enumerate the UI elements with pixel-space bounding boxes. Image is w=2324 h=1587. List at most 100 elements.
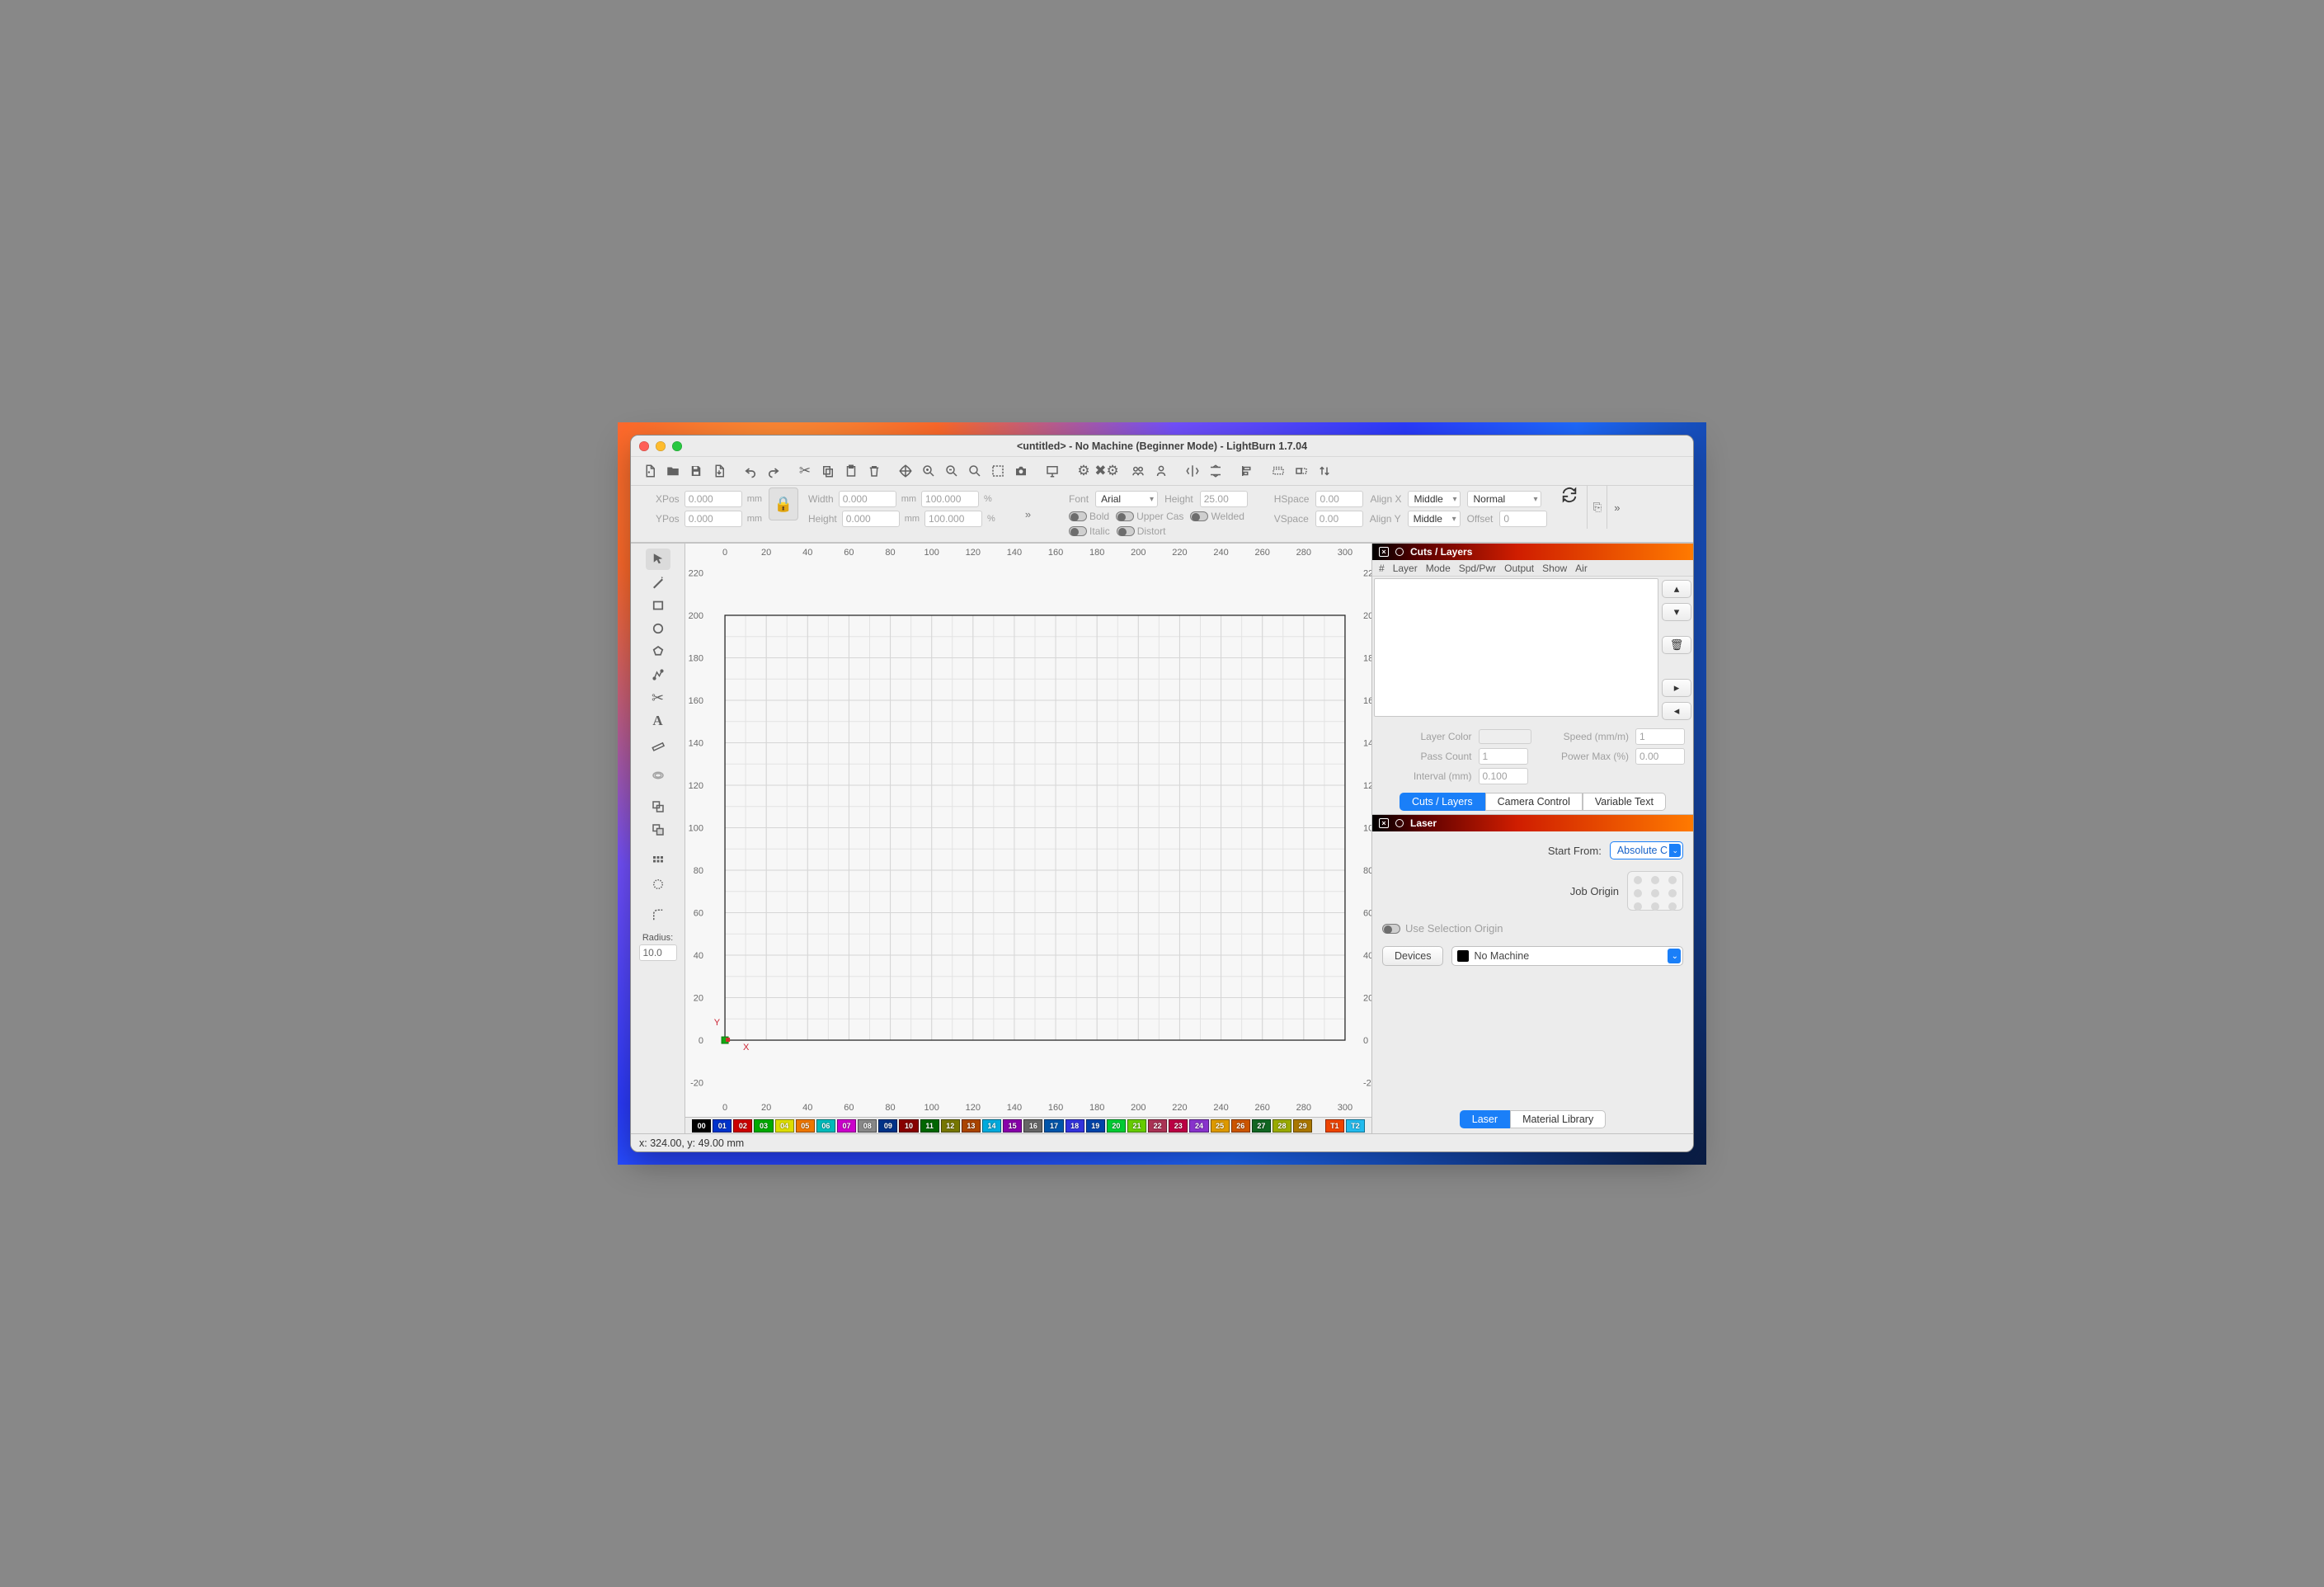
select-tool[interactable]	[646, 549, 670, 570]
layer-color-14[interactable]: 14	[982, 1119, 1001, 1133]
pass-input[interactable]: 1	[1479, 748, 1528, 765]
layer-color-20[interactable]: 20	[1107, 1119, 1126, 1133]
laser-header[interactable]: × Laser	[1372, 815, 1693, 831]
layer-color-01[interactable]: 01	[713, 1119, 732, 1133]
devices-button[interactable]: Devices	[1382, 946, 1443, 966]
cuts-list[interactable]	[1374, 578, 1658, 717]
font-select[interactable]: Arial	[1095, 491, 1158, 507]
interval-input[interactable]: 0.100	[1479, 768, 1528, 784]
tab-material-library[interactable]: Material Library	[1510, 1110, 1606, 1128]
layer-color-21[interactable]: 21	[1127, 1119, 1146, 1133]
aligny-select[interactable]: Middle	[1408, 511, 1461, 527]
layer-color-06[interactable]: 06	[816, 1119, 835, 1133]
job-origin-grid[interactable]	[1627, 871, 1683, 911]
width-pct-input[interactable]: 100.000	[921, 491, 979, 507]
layer-color-T1[interactable]: T1	[1325, 1119, 1344, 1133]
distort-toggle[interactable]: Distort	[1117, 525, 1166, 537]
undo-button[interactable]	[740, 460, 761, 482]
ellipse-tool[interactable]	[646, 618, 670, 639]
layer-color-T2[interactable]: T2	[1346, 1119, 1365, 1133]
layer-color-23[interactable]: 23	[1169, 1119, 1188, 1133]
zoom-out-button[interactable]	[941, 460, 962, 482]
alignx-select[interactable]: Middle	[1408, 491, 1461, 507]
tab-variable-text[interactable]: Variable Text	[1583, 793, 1666, 811]
font-height-input[interactable]: 25.00	[1200, 491, 1248, 507]
tab-laser[interactable]: Laser	[1460, 1110, 1510, 1128]
width-input[interactable]: 0.000	[839, 491, 896, 507]
edit-cut-tool[interactable]: ✂	[646, 687, 670, 709]
text-tool[interactable]: A	[646, 710, 670, 732]
paste-button[interactable]	[840, 460, 862, 482]
sync-icon[interactable]	[1552, 486, 1587, 504]
height-input[interactable]: 0.000	[842, 511, 900, 527]
more-chevron-icon[interactable]: »	[1025, 508, 1031, 520]
minimize-window-button[interactable]	[656, 441, 666, 451]
layer-color-07[interactable]: 07	[837, 1119, 856, 1133]
upper-toggle[interactable]: Upper Cas	[1116, 511, 1183, 522]
redo-button[interactable]	[763, 460, 784, 482]
open-file-button[interactable]	[662, 460, 684, 482]
layer-color-19[interactable]: 19	[1086, 1119, 1105, 1133]
vspace-input[interactable]: 0.00	[1315, 511, 1363, 527]
align-left-button[interactable]	[1236, 460, 1258, 482]
edit-nodes-tool[interactable]	[646, 664, 670, 685]
close-icon[interactable]: ×	[1379, 547, 1389, 557]
measure-tool[interactable]	[646, 733, 670, 755]
new-file-button[interactable]	[639, 460, 661, 482]
tab-camera-control[interactable]: Camera Control	[1485, 793, 1583, 811]
draw-line-tool[interactable]	[646, 572, 670, 593]
layer-up-button[interactable]: ▴	[1662, 580, 1691, 598]
layer-color-02[interactable]: 02	[733, 1119, 752, 1133]
layer-color-28[interactable]: 28	[1273, 1119, 1291, 1133]
cuts-col[interactable]: Output	[1504, 563, 1534, 574]
layer-color-15[interactable]: 15	[1003, 1119, 1022, 1133]
power-input[interactable]: 0.00	[1635, 748, 1685, 765]
layer-color-05[interactable]: 05	[796, 1119, 815, 1133]
layer-color-25[interactable]: 25	[1211, 1119, 1230, 1133]
use-selection-origin-toggle[interactable]: Use Selection Origin	[1382, 922, 1683, 935]
close-icon[interactable]: ×	[1379, 818, 1389, 828]
layer-color-27[interactable]: 27	[1252, 1119, 1271, 1133]
settings-button[interactable]: ⚙	[1073, 460, 1094, 482]
panel-overflow-icon[interactable]: »	[1607, 486, 1626, 529]
layer-color-08[interactable]: 08	[858, 1119, 877, 1133]
cuts-col[interactable]: Show	[1542, 563, 1567, 574]
offset-tool[interactable]	[646, 765, 670, 786]
bold-toggle[interactable]: Bold	[1069, 511, 1109, 522]
start-from-select[interactable]: Absolute C⌄	[1610, 841, 1683, 859]
height-pct-input[interactable]: 100.000	[924, 511, 982, 527]
layer-down-button[interactable]: ▾	[1662, 603, 1691, 621]
circular-array-tool[interactable]	[646, 874, 670, 895]
canvas[interactable]: YX02040608010012014016018020022024026028…	[685, 544, 1371, 1117]
layer-color-24[interactable]: 24	[1189, 1119, 1208, 1133]
layer-right-button[interactable]: ▸	[1662, 679, 1691, 697]
ungroup-button[interactable]	[1150, 460, 1172, 482]
radius-tool[interactable]	[646, 905, 670, 926]
kerf-button[interactable]	[1291, 460, 1312, 482]
layer-color-29[interactable]: 29	[1293, 1119, 1312, 1133]
layer-color-11[interactable]: 11	[920, 1119, 939, 1133]
offset-input[interactable]: 0	[1499, 511, 1547, 527]
italic-toggle[interactable]: Italic	[1069, 525, 1110, 537]
boolean-subtract-tool[interactable]	[646, 819, 670, 841]
layer-color-13[interactable]: 13	[962, 1119, 981, 1133]
preview-button[interactable]	[1042, 460, 1063, 482]
close-window-button[interactable]	[639, 441, 649, 451]
boolean-union-tool[interactable]	[646, 796, 670, 817]
panel-dock-vertical-icon[interactable]: ⎘	[1587, 486, 1607, 529]
layer-color-03[interactable]: 03	[754, 1119, 773, 1133]
zoom-frame-button[interactable]	[964, 460, 986, 482]
ypos-input[interactable]: 0.000	[684, 511, 742, 527]
curve-select[interactable]: Normal	[1467, 491, 1541, 507]
polygon-tool[interactable]	[646, 641, 670, 662]
tab-cuts-layers[interactable]: Cuts / Layers	[1400, 793, 1485, 811]
layer-color-04[interactable]: 04	[775, 1119, 794, 1133]
device-select[interactable]: No Machine⌄	[1451, 946, 1683, 966]
cuts-col[interactable]: #	[1379, 563, 1385, 574]
flip-v-button[interactable]	[1205, 460, 1226, 482]
layer-color-10[interactable]: 10	[899, 1119, 918, 1133]
import-button[interactable]	[708, 460, 730, 482]
device-settings-button[interactable]: ✖⚙	[1096, 460, 1117, 482]
zoom-in-button[interactable]	[918, 460, 939, 482]
group-button[interactable]	[1127, 460, 1149, 482]
